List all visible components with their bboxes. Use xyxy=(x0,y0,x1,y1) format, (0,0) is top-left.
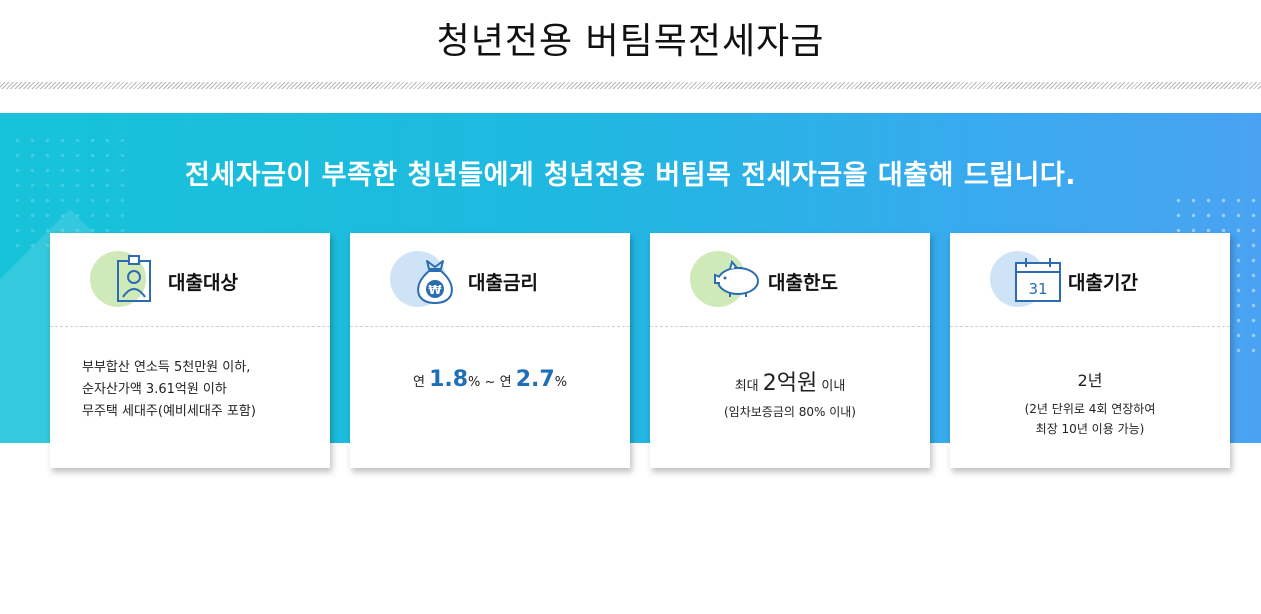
loan-limit-note: (임차보증금의 80% 이내) xyxy=(724,405,856,419)
piggy-bank-icon xyxy=(714,259,759,297)
eligibility-assets: 순자산가액 3.61억원 이하 xyxy=(82,382,227,397)
card-loan-target: 대출대상 부부합산 연소득 5천만원 이하, 순자산가액 3.61억원 이하 무… xyxy=(50,233,330,468)
rate-min: 1.8 xyxy=(429,367,469,392)
period-note-line: 최장 10년 이용 가능) xyxy=(1035,422,1145,436)
limit-suffix: 이내 xyxy=(821,379,846,394)
period-note-line: (2년 단위로 4회 연장하여 xyxy=(1024,402,1156,416)
money-bag-icon: ₩ xyxy=(417,260,453,305)
rate-prefix: 연 xyxy=(499,375,512,390)
rate-unit: % xyxy=(554,375,568,390)
eligibility-income: 부부합산 연소득 5천만원 이하, xyxy=(82,360,251,375)
card-header: 대출한도 xyxy=(650,233,930,327)
card-body: 부부합산 연소득 5천만원 이하, 순자산가액 3.61억원 이하 무주택 세대… xyxy=(50,327,330,467)
card-header: ₩ 대출금리 xyxy=(350,233,630,327)
card-title: 대출한도 xyxy=(768,272,838,294)
rate-max: 2.7 xyxy=(515,367,555,392)
id-badge-icon xyxy=(117,255,151,302)
card-title: 대출금리 xyxy=(468,272,538,294)
title-divider xyxy=(0,82,1261,89)
rate-unit: % xyxy=(468,375,481,390)
calendar-icon: 31 xyxy=(1015,258,1061,302)
interest-rate-range: 연 1.8% ~ 연 2.7% xyxy=(350,367,630,392)
loan-limit-amount: 최대 2억원 이내 xyxy=(650,365,930,397)
card-title: 대출기간 xyxy=(1068,272,1138,294)
calendar-day: 31 xyxy=(1028,280,1047,298)
card-body: 2년 (2년 단위로 4회 연장하여 최장 10년 이용 가능) xyxy=(950,327,1230,467)
svg-text:₩: ₩ xyxy=(428,283,442,297)
card-body: 최대 2억원 이내 (임차보증금의 80% 이내) xyxy=(650,327,930,467)
loan-period: 2년 xyxy=(1077,371,1103,390)
card-interest-rate: ₩ 대출금리 연 1.8% ~ 연 2.7% xyxy=(350,233,630,468)
limit-amount: 2억원 xyxy=(762,371,818,396)
limit-prefix: 최대 xyxy=(734,379,759,394)
loan-period-note: (2년 단위로 4회 연장하여 최장 10년 이용 가능) xyxy=(950,399,1230,439)
banner-headline: 전세자금이 부족한 청년들에게 청년전용 버팀목 전세자금을 대출해 드립니다. xyxy=(185,160,1076,191)
rate-separator: ~ xyxy=(484,375,496,390)
card-loan-limit: 대출한도 최대 2억원 이내 (임차보증금의 80% 이내) xyxy=(650,233,930,468)
card-title: 대출대상 xyxy=(168,272,238,294)
card-header: 31 대출기간 xyxy=(950,233,1230,327)
card-loan-period: 31 대출기간 2년 (2년 단위로 4회 연장하여 최장 10년 이용 가능) xyxy=(950,233,1230,468)
rate-prefix: 연 xyxy=(412,375,425,390)
page-title: 청년전용 버팀목전세자금 xyxy=(436,21,825,62)
eligibility-household: 무주택 세대주(예비세대주 포함) xyxy=(82,404,256,419)
card-body: 연 1.8% ~ 연 2.7% xyxy=(350,327,630,467)
card-header: 대출대상 xyxy=(50,233,330,327)
